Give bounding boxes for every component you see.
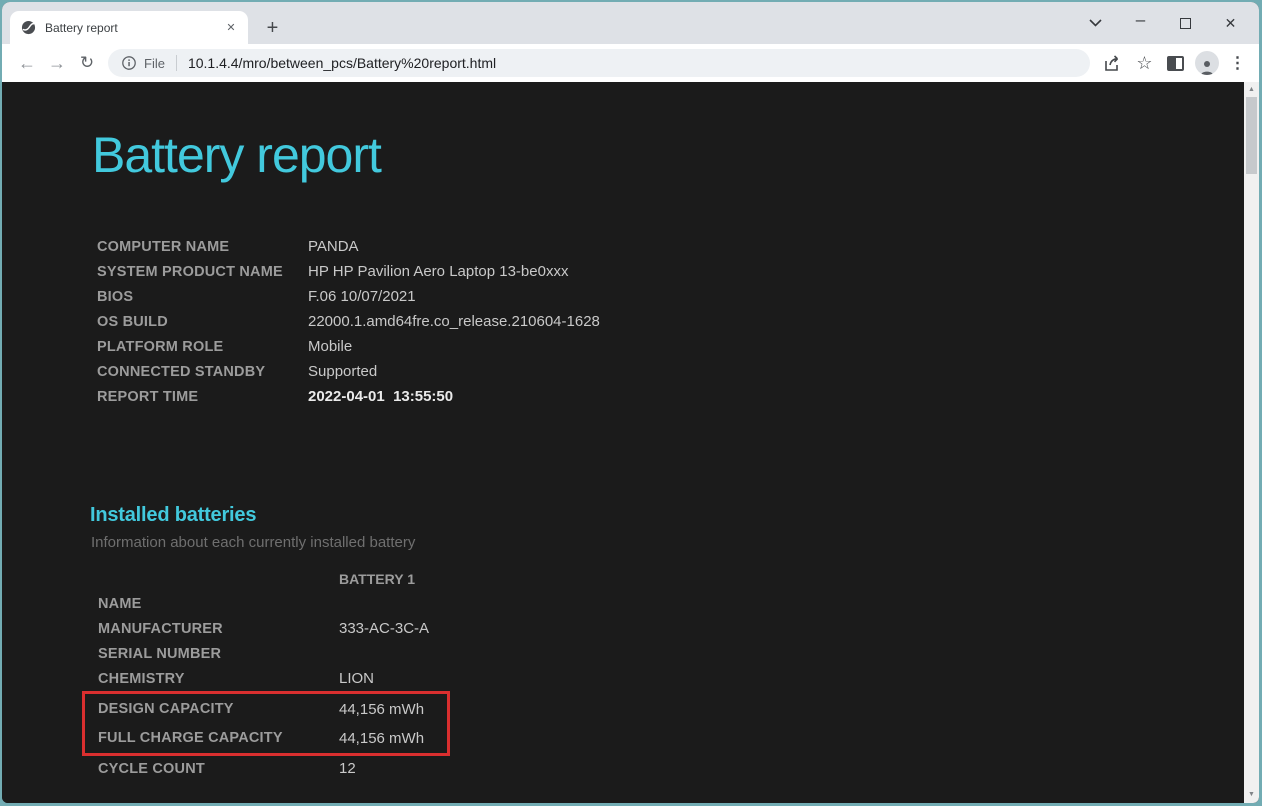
tab-search-chevron-icon[interactable] — [1073, 8, 1118, 38]
row-value: F.06 10/07/2021 — [308, 288, 416, 305]
row-value: 333-AC-3C-A — [339, 620, 430, 637]
row-label: CHEMISTRY — [98, 670, 185, 687]
browser-toolbar: ← → ↻ File 10.1.4.4/mro/between_pcs/Batt… — [2, 44, 1259, 82]
table-row: NAME — [98, 591, 450, 616]
close-window-button[interactable]: ✕ — [1208, 8, 1253, 38]
table-row: CHEMISTRY LION — [98, 666, 450, 691]
table-header-row: BATTERY 1 — [98, 566, 450, 591]
row-label: BIOS — [97, 288, 134, 305]
profile-avatar[interactable] — [1191, 48, 1222, 78]
row-label: OS BUILD — [97, 313, 168, 330]
tab-strip: Battery report ✕ + – ✕ — [2, 2, 1259, 44]
table-row: FULL CHARGE CAPACITY 44,156 mWh — [98, 725, 447, 751]
row-value: 22000.1.amd64fre.co_release.210604-1628 — [308, 313, 600, 330]
side-panel-icon[interactable] — [1160, 48, 1191, 78]
row-label: SERIAL NUMBER — [98, 645, 222, 662]
browser-window: Battery report ✕ + – ✕ ← → ↻ File 10.1.4… — [2, 2, 1259, 803]
row-label: FULL CHARGE CAPACITY — [98, 730, 283, 746]
forward-button[interactable]: → — [42, 53, 72, 74]
url-text[interactable]: 10.1.4.4/mro/between_pcs/Battery%20repor… — [188, 55, 1076, 71]
scrollbar-thumb[interactable] — [1246, 97, 1257, 174]
browser-tab[interactable]: Battery report ✕ — [10, 11, 248, 44]
bookmark-star-icon[interactable]: ☆ — [1129, 48, 1160, 78]
row-label: MANUFACTURER — [98, 620, 223, 637]
row-value: 12 — [339, 760, 356, 777]
scroll-down-icon[interactable]: ▼ — [1244, 788, 1259, 802]
table-row: COMPUTER NAME PANDA — [97, 234, 600, 259]
row-value: 44,156 mWh — [339, 700, 425, 718]
table-row: PLATFORM ROLE Mobile — [97, 334, 600, 359]
table-row: OS BUILD 22000.1.amd64fre.co_release.210… — [97, 309, 600, 334]
browser-menu-icon[interactable]: ⋮ — [1222, 48, 1253, 78]
tab-title: Battery report — [45, 20, 118, 35]
row-label: CYCLE COUNT — [98, 760, 205, 777]
table-row: BIOS F.06 10/07/2021 — [97, 284, 600, 309]
battery-column-header: BATTERY 1 — [339, 570, 415, 587]
row-label: CONNECTED STANDBY — [97, 363, 266, 380]
scroll-up-icon[interactable]: ▲ — [1244, 83, 1259, 97]
system-info-table: COMPUTER NAME PANDA SYSTEM PRODUCT NAME … — [97, 234, 600, 409]
row-value: Supported — [308, 363, 378, 380]
section-subheading: Information about each currently install… — [91, 534, 416, 551]
row-value: Mobile — [308, 338, 353, 355]
section-heading: Installed batteries — [90, 504, 257, 526]
table-row: MANUFACTURER 333-AC-3C-A — [98, 616, 450, 641]
table-row: SERIAL NUMBER — [98, 641, 450, 666]
maximize-icon — [1180, 17, 1191, 29]
page-scrollbar[interactable]: ▲ ▼ — [1244, 82, 1259, 803]
minimize-button[interactable]: – — [1118, 8, 1163, 38]
globe-favicon-icon — [21, 20, 36, 35]
new-tab-button[interactable]: + — [259, 15, 286, 42]
table-row: REPORT TIME 2022-04-01 13:55:50 — [97, 384, 600, 409]
row-label: COMPUTER NAME — [97, 238, 230, 255]
table-row: SYSTEM PRODUCT NAME HP HP Pavilion Aero … — [97, 259, 600, 284]
omnibox-divider — [175, 55, 177, 71]
row-value: LION — [339, 670, 375, 687]
row-value: PANDA — [308, 238, 359, 255]
page-content: Battery report COMPUTER NAME PANDA SYSTE… — [2, 82, 1259, 803]
tab-close-icon[interactable]: ✕ — [222, 19, 240, 37]
site-info-icon[interactable] — [122, 56, 136, 70]
table-row: CONNECTED STANDBY Supported — [97, 359, 600, 384]
share-icon[interactable] — [1098, 48, 1129, 78]
row-label: DESIGN CAPACITY — [98, 701, 234, 717]
red-annotation-box: DESIGN CAPACITY 44,156 mWh FULL CHARGE C… — [82, 691, 450, 756]
row-label: NAME — [98, 595, 142, 612]
window-controls: – ✕ — [1073, 2, 1253, 44]
row-value: 2022-04-01 13:55:50 — [308, 388, 454, 405]
address-bar[interactable]: File 10.1.4.4/mro/between_pcs/Battery%20… — [108, 49, 1090, 77]
row-value: 44,156 mWh — [339, 729, 425, 747]
battery-table: BATTERY 1 NAME MANUFACTURER 333-AC-3C-A … — [82, 566, 450, 781]
table-row: DESIGN CAPACITY 44,156 mWh — [98, 696, 447, 722]
row-label: SYSTEM PRODUCT NAME — [97, 263, 283, 280]
back-button[interactable]: ← — [12, 53, 42, 74]
row-value: HP HP Pavilion Aero Laptop 13-be0xxx — [308, 263, 569, 280]
maximize-button[interactable] — [1163, 8, 1208, 38]
table-row: CYCLE COUNT 12 — [98, 756, 450, 781]
page-title: Battery report — [92, 127, 382, 183]
row-label: PLATFORM ROLE — [97, 338, 224, 355]
url-scheme-label: File — [144, 55, 165, 71]
reload-button[interactable]: ↻ — [72, 53, 102, 73]
row-label: REPORT TIME — [97, 388, 199, 405]
